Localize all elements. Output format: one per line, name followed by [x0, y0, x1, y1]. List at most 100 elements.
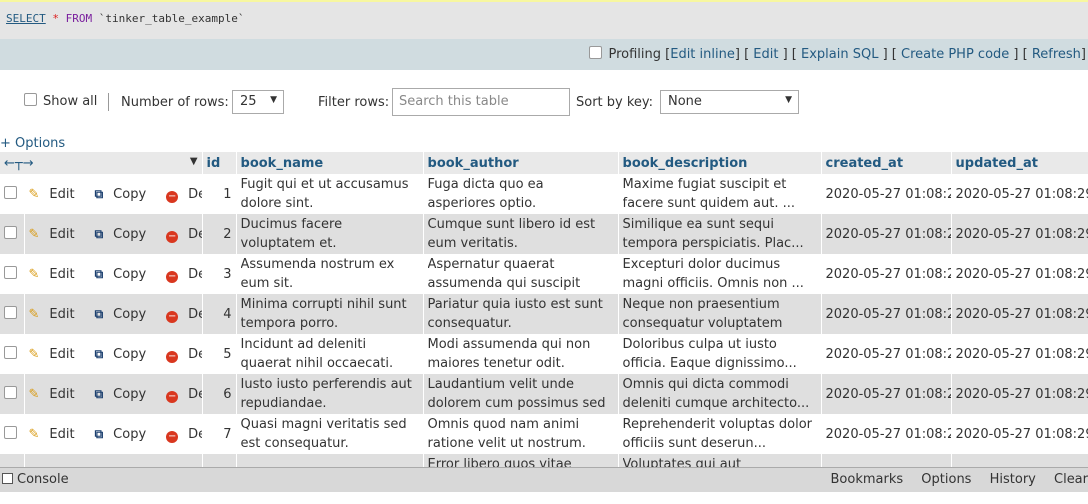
create-php-code-link[interactable]: Create PHP code [901, 47, 1009, 62]
cell-created-at[interactable]: 2020-05-27 01:08:29 [821, 174, 952, 214]
cell-updated-at[interactable]: 2020-05-27 01:08:29 [951, 174, 1088, 214]
cell-id[interactable]: 6 [202, 374, 237, 414]
header-book-name[interactable]: book_name [236, 152, 424, 174]
options-link[interactable]: + Options [0, 136, 65, 151]
cell-book-name[interactable]: Incidunt ad deleniti quaerat nihil occae… [236, 334, 424, 374]
cell-updated-at[interactable]: 2020-05-27 01:08:29 [951, 214, 1088, 254]
header-id[interactable]: id [202, 152, 237, 174]
profiling-checkbox[interactable] [589, 46, 603, 59]
cell-book-author[interactable]: Aspernatur quaerat assumenda qui suscipi… [423, 254, 619, 294]
console-options-link[interactable]: Options [921, 472, 971, 487]
cell-updated-at[interactable]: 2020-05-27 01:08:29 [951, 254, 1088, 294]
copy-action[interactable]: ⧉ Copy [95, 387, 157, 402]
row-checkbox[interactable] [4, 225, 17, 239]
edit-action[interactable]: ✎ Edit [29, 187, 85, 202]
row-checkbox[interactable] [4, 385, 17, 399]
cell-updated-at[interactable]: 2020-05-27 01:08:29 [951, 414, 1088, 454]
bookmarks-link[interactable]: Bookmarks [831, 472, 904, 487]
history-link[interactable]: History [990, 472, 1036, 487]
delete-action[interactable]: −Delete [166, 427, 201, 443]
cell-book-name[interactable]: Quasi magni veritatis sed est consequatu… [236, 414, 424, 454]
cell-id[interactable]: 3 [202, 254, 237, 294]
cell-updated-at[interactable]: 2020-05-27 01:08:29 [951, 374, 1088, 414]
cell-book-description[interactable]: Neque non praesentium consequatur volupt… [618, 294, 822, 334]
cell-id[interactable]: 1 [202, 174, 237, 214]
cell-id[interactable]: 2 [202, 214, 237, 254]
cell-created-at[interactable]: 2020-05-27 01:08:29 [821, 214, 952, 254]
cell-created-at[interactable]: 2020-05-27 01:08:29 [821, 294, 952, 334]
cell-id[interactable]: 4 [202, 294, 237, 334]
cell-book-description[interactable]: Reprehenderit voluptas dolor officiis su… [618, 414, 822, 454]
cell-book-description[interactable]: Omnis qui dicta commodi deleniti cumque … [618, 374, 822, 414]
cell-book-description[interactable]: Excepturi dolor ducimus magni officiis. … [618, 254, 822, 294]
sort-select[interactable]: None ▼ [660, 90, 799, 114]
cell-created-at[interactable]: 2020-05-27 01:08:29 [821, 374, 952, 414]
header-created-at[interactable]: created_at [821, 152, 952, 174]
cell-book-name[interactable]: Assumenda nostrum ex eum sit. [236, 254, 424, 294]
edit-inline-link[interactable]: Edit inline [670, 47, 735, 62]
cell-id[interactable]: 5 [202, 334, 237, 374]
cell-book-description-text: Doloribus culpa ut iusto officia. Eaque … [622, 337, 797, 371]
header-updated-at[interactable]: updated_at [951, 152, 1088, 174]
cell-updated-at[interactable]: 2020-05-27 01:08:29 [951, 334, 1088, 374]
filter-input[interactable]: Search this table [392, 88, 570, 116]
cell-book-author[interactable]: Pariatur quia iusto est sunt consequatur… [423, 294, 619, 334]
copy-action[interactable]: ⧉ Copy [95, 187, 157, 202]
cell-book-name[interactable]: Ducimus facere voluptatem et. [236, 214, 424, 254]
sql-select-keyword[interactable]: SELECT [6, 12, 46, 25]
row-checkbox[interactable] [4, 345, 17, 359]
cell-book-author[interactable]: Laudantium velit unde dolorem cum possim… [423, 374, 619, 414]
row-actions: ✎ Edit ⧉ Copy −Delete [24, 414, 203, 454]
row-checkbox[interactable] [4, 185, 17, 199]
show-all-checkbox[interactable] [24, 93, 37, 106]
cell-book-name[interactable]: Iusto iusto perferendis aut repudiandae. [236, 374, 424, 414]
edit-action[interactable]: ✎ Edit [29, 307, 85, 322]
edit-action[interactable]: ✎ Edit [29, 227, 85, 242]
rows-select[interactable]: 25 ▼ [232, 90, 284, 114]
delete-action[interactable]: −Delete [166, 227, 201, 243]
edit-action[interactable]: ✎ Edit [29, 267, 85, 282]
cell-updated-at[interactable]: 2020-05-27 01:08:29 [951, 294, 1088, 334]
cell-created-at[interactable]: 2020-05-27 01:08:29 [821, 334, 952, 374]
delete-action[interactable]: −Delete [166, 387, 201, 403]
cell-book-name-text: Quasi magni veritatis sed est consequatu… [240, 417, 407, 451]
sort-value: None [668, 94, 702, 109]
delete-action[interactable]: −Delete [166, 307, 201, 323]
cell-book-author[interactable]: Modi assumenda qui non maiores tenetur o… [423, 334, 619, 374]
copy-action[interactable]: ⧉ Copy [95, 347, 157, 362]
cell-book-description[interactable]: Similique ea sunt sequi tempora perspici… [618, 214, 822, 254]
header-book-author[interactable]: book_author [423, 152, 619, 174]
copy-action[interactable]: ⧉ Copy [95, 427, 157, 442]
delete-action[interactable]: −Delete [166, 347, 201, 363]
cell-book-name[interactable]: Minima corrupti nihil sunt tempora porro… [236, 294, 424, 334]
edit-link[interactable]: Edit [753, 47, 778, 62]
cell-book-author[interactable]: Omnis quod nam animi ratione velit ut no… [423, 414, 619, 454]
cell-id[interactable]: 7 [202, 414, 237, 454]
delete-action[interactable]: −Delete [166, 267, 201, 283]
cell-book-description[interactable]: Doloribus culpa ut iusto officia. Eaque … [618, 334, 822, 374]
cell-created-at[interactable]: 2020-05-27 01:08:29 [821, 414, 952, 454]
cell-created-at[interactable]: 2020-05-27 01:08:29 [821, 254, 952, 294]
copy-action[interactable]: ⧉ Copy [95, 227, 157, 242]
cell-book-description[interactable]: Maxime fugiat suscipit et facere sunt qu… [618, 174, 822, 214]
copy-action[interactable]: ⧉ Copy [95, 267, 157, 282]
copy-action[interactable]: ⧉ Copy [95, 307, 157, 322]
delete-action[interactable]: −Delete [166, 187, 201, 203]
column-menu-icon[interactable]: ▼ [190, 156, 198, 167]
refresh-link[interactable]: Refresh [1032, 47, 1081, 62]
cell-book-description-text: Neque non praesentium consequatur volupt… [622, 297, 783, 331]
row-checkbox[interactable] [4, 425, 17, 439]
cell-book-author[interactable]: Cumque sunt libero id est eum veritatis. [423, 214, 619, 254]
clear-link[interactable]: Clear [1054, 472, 1088, 487]
console-label[interactable]: Console [17, 472, 69, 487]
cell-book-author[interactable]: Fuga dicta quo ea asperiores optio. [423, 174, 619, 214]
header-book-description[interactable]: book_description [618, 152, 822, 174]
explain-sql-link[interactable]: Explain SQL [801, 47, 878, 62]
edit-action[interactable]: ✎ Edit [29, 387, 85, 402]
row-checkbox[interactable] [4, 265, 17, 279]
row-checkbox[interactable] [4, 305, 17, 319]
edit-action[interactable]: ✎ Edit [29, 427, 85, 442]
column-resize-icon[interactable]: ←┬→ [4, 156, 34, 171]
cell-book-name[interactable]: Fugit qui et ut accusamus dolore sint. [236, 174, 424, 214]
edit-action[interactable]: ✎ Edit [29, 347, 85, 362]
